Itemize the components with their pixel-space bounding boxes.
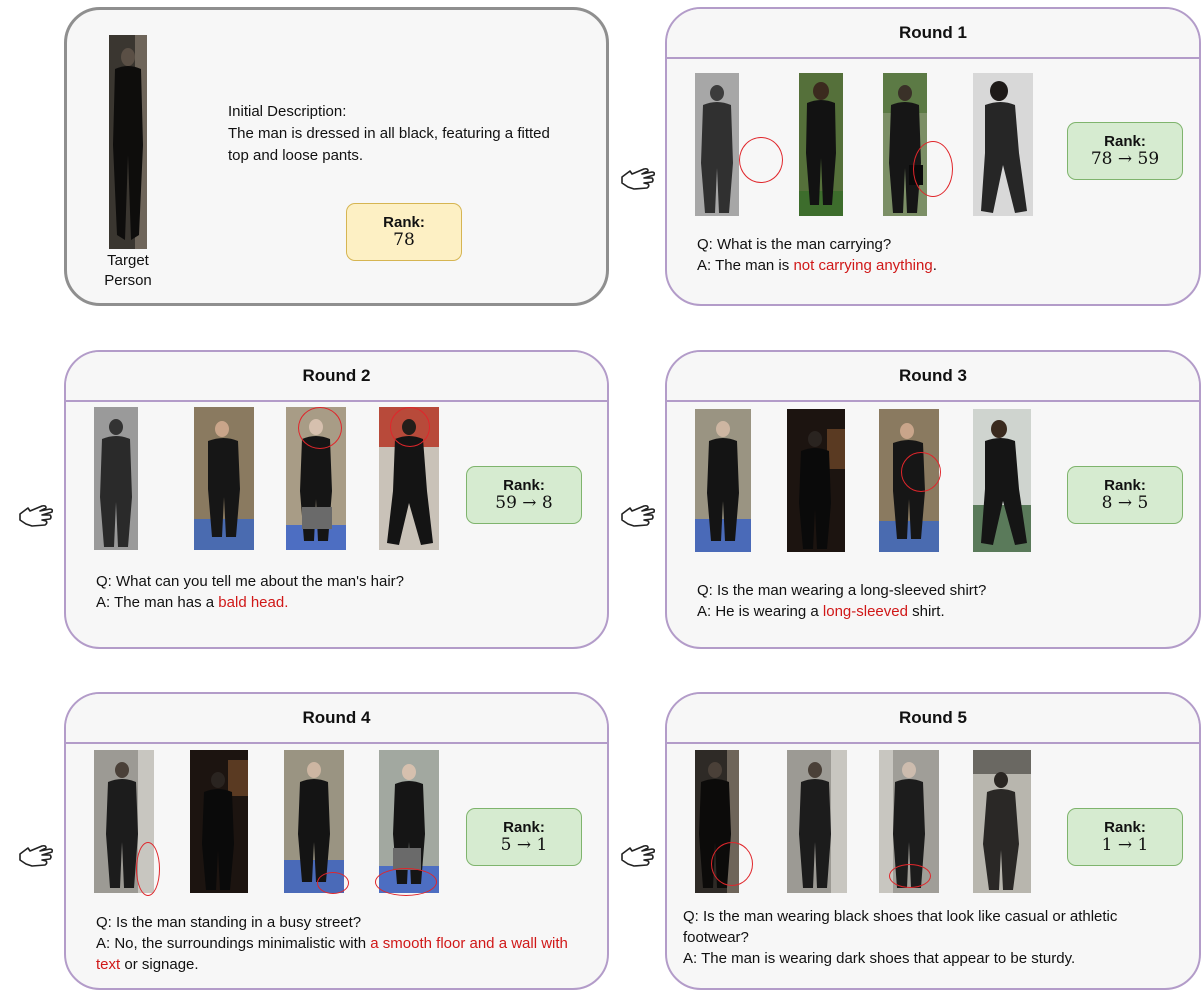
description-label: Initial Description:: [228, 103, 347, 120]
candidate-photo: [883, 73, 927, 216]
rank-badge: Rank: 1 → 1: [1067, 808, 1183, 866]
round-title: Round 2: [66, 352, 607, 402]
caption-line-2: Person: [104, 272, 152, 289]
qa-text: Q: Is the man wearing black shoes that l…: [683, 906, 1153, 969]
candidate-photo: [973, 409, 1031, 552]
highlight-circle: [889, 864, 931, 888]
answer-suffix: or signage.: [120, 956, 199, 973]
answer-suffix: shirt.: [907, 603, 945, 620]
question-text: Q: Is the man wearing a long-sleeved shi…: [697, 582, 987, 599]
initial-description: Initial Description: The man is dressed …: [228, 101, 573, 167]
highlight-circle: [739, 137, 783, 183]
rank-badge: Rank: 8 → 5: [1067, 466, 1183, 524]
rank-label: Rank:: [503, 476, 545, 494]
answer-text: A: The man is wearing dark shoes that ap…: [683, 948, 1153, 969]
rank-value: 78 → 59: [1090, 148, 1160, 169]
rank-value: 8 → 5: [1101, 492, 1149, 513]
answer-prefix: A: The man has a: [96, 594, 219, 611]
rank-value: 78: [393, 229, 415, 250]
rank-label: Rank:: [1104, 818, 1146, 836]
pointing-hand-icon: [18, 502, 54, 528]
question-text: Q: What is the man carrying?: [697, 236, 892, 253]
answer-text: A: The man is not carrying anything.: [697, 255, 1177, 276]
question-text: Q: Is the man wearing black shoes that l…: [683, 908, 1118, 946]
target-person-photo: [109, 35, 147, 249]
answer-text: A: He is wearing a long-sleeved shirt.: [697, 601, 1177, 622]
caption-line-1: Target: [107, 252, 149, 269]
highlight-circle: [317, 872, 349, 894]
rank-label: Rank:: [1104, 476, 1146, 494]
description-text: The man is dressed in all black, featuri…: [228, 125, 550, 164]
target-person-caption: Target Person: [93, 251, 163, 291]
intro-panel: Target Person Initial Description: The m…: [64, 7, 609, 306]
qa-text: Q: What is the man carrying? A: The man …: [697, 234, 1177, 276]
highlight-circle: [298, 407, 342, 449]
answer-highlight: not carrying anything: [793, 257, 933, 274]
round-title: Round 5: [667, 694, 1199, 744]
answer-highlight: bald head.: [218, 594, 289, 611]
rank-value: 5 → 1: [500, 834, 548, 855]
question-text: Q: Is the man standing in a busy street?: [96, 914, 362, 931]
rank-label: Rank:: [383, 213, 425, 231]
rank-badge: Rank: 5 → 1: [466, 808, 582, 866]
round-panel-5: Round 5 Rank: 1 → 1 Q: Is the man wearin…: [665, 692, 1201, 990]
answer-prefix: A: The man is: [697, 257, 794, 274]
qa-text: Q: Is the man wearing a long-sleeved shi…: [697, 580, 1177, 622]
candidate-photo: [787, 750, 847, 893]
question-text: Q: What can you tell me about the man's …: [96, 573, 405, 590]
rank-label: Rank:: [503, 818, 545, 836]
pointing-hand-icon: [620, 502, 656, 528]
qa-text: Q: Is the man standing in a busy street?…: [96, 912, 584, 975]
highlight-circle: [711, 842, 753, 886]
round-title: Round 4: [66, 694, 607, 744]
answer-prefix: A: The man is wearing dark shoes that ap…: [683, 950, 1076, 967]
answer-prefix: A: No, the surroundings minimalistic wit…: [96, 935, 371, 952]
rank-value: 59 → 8: [495, 492, 553, 513]
rank-badge: Rank: 78 → 59: [1067, 122, 1183, 180]
round-title: Round 1: [667, 9, 1199, 59]
pointing-hand-icon: [620, 842, 656, 868]
candidate-photo: [190, 750, 248, 893]
round-panel-1: Round 1 Rank: 78 → 59 Q: What is the man…: [665, 7, 1201, 306]
answer-text: A: No, the surroundings minimalistic wit…: [96, 933, 584, 975]
answer-text: A: The man has a bald head.: [96, 592, 586, 613]
candidate-photo: [973, 73, 1033, 216]
candidate-photo: [787, 409, 845, 552]
candidate-photo: [973, 750, 1031, 893]
answer-prefix: A: He is wearing a: [697, 603, 823, 620]
candidate-photo: [194, 407, 254, 550]
answer-suffix: .: [932, 257, 937, 274]
rank-label: Rank:: [1104, 132, 1146, 150]
round-title: Round 3: [667, 352, 1199, 402]
candidate-photo: [94, 407, 138, 550]
highlight-circle: [136, 842, 160, 896]
round-panel-2: Round 2 Rank: 59 → 8 Q: What can you tel…: [64, 350, 609, 649]
highlight-circle: [913, 141, 953, 197]
round-panel-3: Round 3 Rank: 8 → 5 Q: Is the man wearin…: [665, 350, 1201, 649]
round-panel-4: Round 4 Rank: 5 → 1 Q: Is the man standi…: [64, 692, 609, 990]
rank-badge: Rank: 78: [346, 203, 462, 261]
candidate-photo: [695, 409, 751, 552]
highlight-circle: [901, 452, 941, 492]
highlight-circle: [390, 407, 430, 447]
pointing-hand-icon: [18, 842, 54, 868]
rank-value: 1 → 1: [1101, 834, 1149, 855]
rank-badge: Rank: 59 → 8: [466, 466, 582, 524]
highlight-circle: [375, 868, 437, 896]
pointing-hand-icon: [620, 165, 656, 191]
answer-highlight: long-sleeved: [822, 603, 908, 620]
candidate-photo: [799, 73, 843, 216]
qa-text: Q: What can you tell me about the man's …: [96, 571, 586, 613]
candidate-photo: [695, 73, 739, 216]
